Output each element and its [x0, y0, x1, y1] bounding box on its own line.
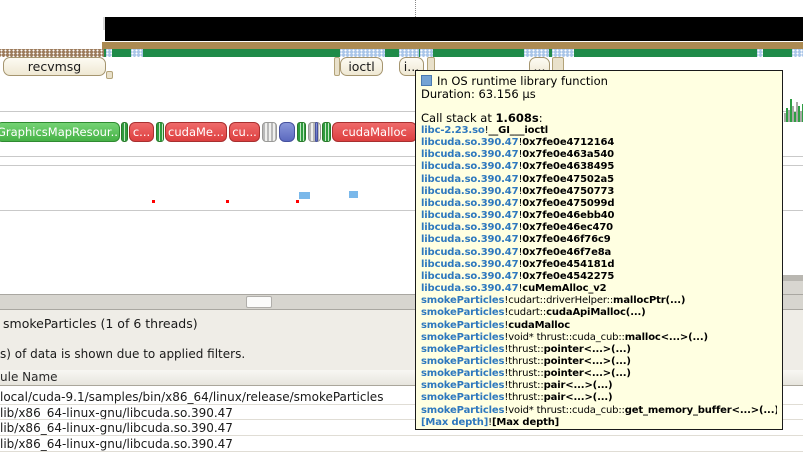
callstack-line: smokeParticles!cudaMalloc	[421, 319, 571, 331]
selected-range-patch	[106, 49, 112, 57]
callstack-line: libcuda.so.390.47!0x7fe0e46ec470	[421, 222, 613, 234]
module-table-row[interactable]: lib/x86_64-linux-gnu/libcuda.so.390.47	[0, 406, 233, 420]
interval-sliver[interactable]	[334, 57, 340, 76]
api-segment-cudaMe[interactable]: cudaMe...	[165, 122, 227, 142]
interval-sliver[interactable]	[106, 71, 113, 79]
table-row-separator	[0, 451, 803, 452]
api-segment[interactable]	[121, 122, 128, 142]
selected-range-patch	[524, 49, 549, 57]
callstack-line: libcuda.so.390.47!0x7fe0e4750773	[421, 185, 615, 197]
callstack-line: smokeParticles!thrust::pointer<...>(...)	[421, 355, 631, 367]
callstack-line: [Max depth]![Max depth]	[421, 416, 560, 428]
api-segment[interactable]	[322, 122, 331, 142]
thread-label: smokeParticles (1 of 6 threads)	[3, 316, 198, 331]
api-segment[interactable]	[262, 122, 277, 142]
syscall-interval-ioctl[interactable]: ioctl	[340, 57, 383, 76]
callstack-line: smokeParticles!cudart::driverHelper::mal…	[421, 295, 686, 307]
selected-range-patch	[340, 49, 385, 57]
selected-range-patch	[399, 49, 419, 57]
tooltip-duration: Duration: 63.156 µs	[421, 87, 536, 101]
api-segment-cudaMalloc[interactable]: cudaMalloc	[332, 122, 417, 142]
profiler-window: GraphicsMapResour... c... cudaMe... cu... cu…	[0, 0, 803, 453]
selected-range-patch	[792, 49, 803, 57]
timeline-brown-dotted-band[interactable]	[0, 49, 104, 57]
filter-notice: s) of data is shown due to applied filte…	[0, 347, 246, 361]
callstack-line: libcuda.so.390.47!cuMemAlloc_v2	[421, 283, 607, 295]
marker-dot	[152, 200, 155, 203]
api-segment[interactable]	[156, 122, 164, 142]
memcpy-marker[interactable]	[349, 191, 358, 198]
callstack-line: smokeParticles!void* thrust::cuda_cub::m…	[421, 331, 708, 343]
callstack-line: smokeParticles!thrust::pointer<...>(...)	[421, 343, 631, 355]
callstack-line: smokeParticles!thrust::pair<...>(...)	[421, 380, 613, 392]
callstack-line: libc-2.23.so!__GI___ioctl	[421, 125, 549, 136]
marker-dot	[296, 200, 299, 203]
callstack-line: libcuda.so.390.47!0x7fe0e475099d	[421, 197, 615, 209]
callstack-line: smokeParticles!cudart::cudaApiMalloc(...…	[421, 307, 646, 319]
callstack-line: smokeParticles!void* thrust::cuda_cub::g…	[421, 404, 777, 416]
memcpy-marker[interactable]	[299, 192, 310, 199]
selected-range-patch	[131, 49, 143, 57]
selected-range-patch	[552, 49, 574, 57]
callstack-line: libcuda.so.390.47!0x7fe0e46ebb40	[421, 210, 615, 222]
table-row-separator	[0, 435, 803, 436]
callstack-line: libcuda.so.390.47!0x7fe0e463a540	[421, 149, 614, 161]
horizontal-scrollbar-thumb[interactable]	[246, 296, 272, 308]
tooltip-title: In OS runtime library function	[437, 74, 608, 88]
timeline-os-runtime-band[interactable]	[104, 49, 803, 57]
selected-range-patch	[757, 49, 763, 57]
api-segment-GraphicsMapResour[interactable]: GraphicsMapResour...	[0, 122, 120, 142]
syscall-interval-recvmsg[interactable]: recvmsg	[3, 57, 106, 76]
callstack-line: libcuda.so.390.47!0x7fe0e4638495	[421, 161, 615, 173]
activity-histogram	[784, 99, 803, 122]
callstack-line: libcuda.so.390.47!0x7fe0e454181d	[421, 258, 615, 270]
module-table-row[interactable]: lib/x86_64-linux-gnu/libcuda.so.390.47	[0, 421, 233, 435]
api-segment[interactable]	[297, 122, 306, 142]
scrollbar-corner	[782, 281, 803, 294]
os-runtime-color-swatch-icon	[421, 75, 432, 86]
module-table-row[interactable]: local/cuda-9.1/samples/bin/x86_64/linux/…	[0, 390, 383, 404]
callstack-heading: Call stack at 1.608s:	[421, 111, 543, 125]
callstack-line: libcuda.so.390.47!0x7fe0e4712164	[421, 137, 615, 149]
callstack-line: libcuda.so.390.47!0x7fe0e4542275	[421, 270, 615, 282]
callstack-line: libcuda.so.390.47!0x7fe0e46f76c9	[421, 234, 611, 246]
module-name-column-label: ule Name	[0, 370, 58, 384]
time-cursor-line	[415, 0, 416, 17]
marker-dot	[226, 200, 229, 203]
callstack-lines: libc-2.23.so!__GI___ioctl libcuda.so.390.…	[421, 125, 777, 429]
callstack-line: smokeParticles!thrust::pointer<...>(...)	[421, 368, 631, 380]
callstack-line: libcuda.so.390.47!0x7fe0e47502a5	[421, 173, 614, 185]
api-segment-cu[interactable]: cu...	[229, 122, 260, 142]
callstack-line: smokeParticles!thrust::pair<...>(...)	[421, 392, 613, 404]
callstack-line: libcuda.so.390.47!0x7fe0e46f7e8a	[421, 246, 612, 258]
api-segment-c[interactable]: c...	[129, 122, 154, 142]
api-segment[interactable]	[279, 122, 295, 142]
timeline-overview-band[interactable]	[105, 17, 803, 41]
api-segment[interactable]	[315, 122, 318, 142]
selected-range-patch	[420, 49, 433, 57]
callstack-tooltip: In OS runtime library function Duration:…	[415, 70, 783, 430]
module-table-row[interactable]: lib/x86_64-linux-gnu/libcuda.so.390.47	[0, 437, 233, 451]
